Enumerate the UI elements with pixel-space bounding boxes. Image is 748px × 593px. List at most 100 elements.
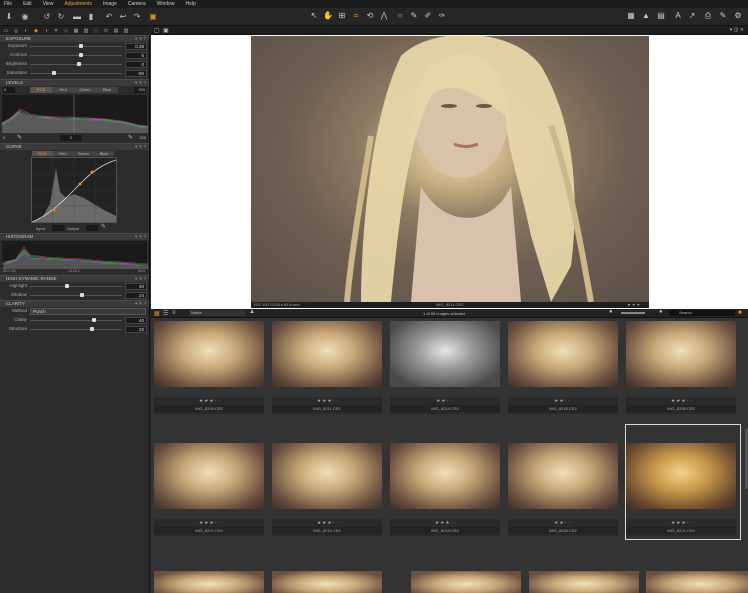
thumbnail[interactable]: [411, 571, 521, 593]
lens-tab-icon[interactable]: ◐: [23, 28, 29, 34]
quick-tab-icon[interactable]: ▤: [113, 28, 119, 34]
clarity-method-select[interactable]: Punch: [30, 308, 146, 315]
exposure-adjust-slider-knob[interactable]: [76, 62, 81, 66]
spot-tool-icon[interactable]: ○: [395, 11, 405, 21]
details-tab-icon[interactable]: ◇: [63, 28, 69, 34]
grid-overlay-icon[interactable]: ▤: [656, 11, 666, 21]
clarity-adjust-slider-knob[interactable]: [89, 327, 94, 331]
thumbnail-rating[interactable]: ★ ★ · · ·: [508, 519, 618, 527]
menu-window[interactable]: Window: [157, 1, 175, 7]
crop-tool-icon[interactable]: ⌗: [351, 11, 361, 21]
exposure-adjust-slider-knob[interactable]: [51, 71, 56, 75]
rotate-right-icon[interactable]: ↻: [56, 12, 66, 22]
local-tab-icon[interactable]: ▦: [73, 28, 79, 34]
single-view-icon[interactable]: ▢: [154, 27, 160, 34]
thumbnail-rating[interactable]: ★ ★ ★ · ·: [390, 519, 500, 527]
thumbnail-rating[interactable]: ★ ★ ★ · ·: [626, 397, 736, 405]
thumbnail[interactable]: [529, 571, 639, 593]
levels-out-value[interactable]: 255: [139, 135, 146, 140]
library-tab-icon[interactable]: ▭: [3, 28, 9, 34]
hdr-adjust-slider[interactable]: [30, 295, 122, 296]
levels-in-value[interactable]: 0: [3, 135, 5, 140]
multi-view-icon[interactable]: ▣: [163, 27, 169, 34]
clarity-adjust-slider[interactable]: [30, 320, 122, 321]
user-icon[interactable]: ●: [659, 309, 663, 315]
curve-input-field[interactable]: [52, 225, 64, 231]
rotate-tool-icon[interactable]: ⟲: [365, 11, 375, 21]
viewer-rating-stars[interactable]: ★ ★ ★ · ·: [627, 302, 645, 308]
thumbnail[interactable]: [272, 443, 382, 509]
thumbnail[interactable]: [272, 321, 382, 387]
warning-icon[interactable]: ▲: [641, 11, 651, 21]
main-photo[interactable]: [251, 34, 649, 303]
thumbnail[interactable]: [508, 321, 618, 387]
menu-file[interactable]: File: [4, 1, 12, 7]
clarity-adjust-value[interactable]: 22: [125, 326, 147, 333]
redo-icon[interactable]: ↷: [132, 12, 142, 22]
levels-mid-value[interactable]: 0: [60, 135, 82, 141]
trash-icon[interactable]: ▮: [86, 12, 96, 22]
curve-picker-icon[interactable]: ✎: [101, 223, 106, 230]
curve-editor[interactable]: [31, 157, 117, 223]
thumbnail[interactable]: [390, 321, 500, 387]
settings-icon[interactable]: ⚙: [733, 11, 743, 21]
thumbnail[interactable]: [154, 571, 264, 593]
curve-output-field[interactable]: [86, 225, 98, 231]
thumbnail[interactable]: [508, 443, 618, 509]
exposure-adjust-slider-knob[interactable]: [78, 53, 83, 57]
browser-options-icon[interactable]: ■: [738, 310, 742, 316]
import-icon[interactable]: ⬇: [4, 12, 14, 22]
custom-tab-icon[interactable]: ▥: [123, 28, 129, 34]
exposure-adjust-slider[interactable]: [30, 55, 122, 56]
clarity-adjust-slider[interactable]: [30, 329, 122, 330]
capture-tab-icon[interactable]: ◎: [13, 28, 19, 34]
curve-tab-rgb[interactable]: RGB: [32, 151, 53, 156]
folder-icon[interactable]: ▬: [72, 12, 82, 22]
curve-panel-title[interactable]: CURVE ▾ ✕ ?: [0, 143, 149, 150]
levels-histogram[interactable]: [1, 95, 149, 133]
curve-tab-blue[interactable]: Blue: [94, 151, 115, 156]
sort-select[interactable]: Name: [189, 310, 245, 316]
hdr-adjust-slider-knob[interactable]: [79, 293, 84, 297]
white-picker-icon[interactable]: ✎: [128, 134, 133, 141]
clarity-adjust-slider-knob[interactable]: [92, 318, 97, 322]
undo-all-icon[interactable]: ↩: [118, 12, 128, 22]
menu-edit[interactable]: Edit: [23, 1, 32, 7]
levels-panel-title[interactable]: LEVELS ▾ ✕ ?: [0, 79, 149, 86]
thumbnail[interactable]: [646, 571, 748, 593]
thumbnail-rating[interactable]: ★ ★ · · ·: [508, 397, 618, 405]
grid-mode-icon[interactable]: ▦: [154, 310, 160, 317]
exposure-adjust-value[interactable]: 5: [125, 52, 147, 59]
keystone-tool-icon[interactable]: ⋀: [379, 11, 389, 21]
batch-tab-icon[interactable]: ⊙: [103, 28, 109, 34]
curve-tab-red[interactable]: Red: [53, 151, 74, 156]
hdr-panel-title[interactable]: HIGH DYNAMIC RANGE ▾ ✕ ?: [0, 275, 149, 282]
loupe-tool-icon[interactable]: ⊞: [337, 11, 347, 21]
menu-adjustments[interactable]: Adjustments: [64, 1, 92, 7]
capture-icon[interactable]: ◉: [20, 12, 30, 22]
composition-tab-icon[interactable]: ⌗: [53, 28, 59, 34]
clarity-adjust-value[interactable]: 40: [125, 317, 147, 324]
thumbnail-rating[interactable]: ★ ★ ★ · ·: [154, 519, 264, 527]
menu-image[interactable]: Image: [103, 1, 117, 7]
search-input[interactable]: Search: [669, 310, 735, 316]
output-tab-icon[interactable]: ▥: [83, 28, 89, 34]
filmstrip-mode-icon[interactable]: ≡: [172, 310, 176, 316]
levels-tab-rgb[interactable]: RGB: [30, 87, 52, 93]
sort-direction-icon[interactable]: ▲: [249, 309, 255, 315]
edit-icon[interactable]: ✎: [718, 11, 728, 21]
thumbnail[interactable]: [272, 571, 382, 593]
picker-tool-icon[interactable]: ✎: [409, 11, 419, 21]
hdr-adjust-value[interactable]: 24: [125, 292, 147, 299]
thumbnail[interactable]: [626, 321, 736, 387]
exposure-adjust-slider[interactable]: [30, 46, 122, 47]
exposure-panel-title[interactable]: EXPOSURE ▾ ✕ ?: [0, 35, 149, 42]
color-tab-icon[interactable]: ◆: [33, 28, 39, 34]
levels-tab-red[interactable]: Red: [52, 87, 74, 93]
wb-picker-icon[interactable]: ✐: [423, 11, 433, 21]
histogram-panel-title[interactable]: HISTOGRAM ▾ ✕ ?: [0, 233, 149, 240]
text-icon[interactable]: A: [673, 11, 683, 21]
copy-adjust-icon[interactable]: ✑: [437, 11, 447, 21]
viewer-options-icon[interactable]: ▾ ◫ ✕: [730, 27, 744, 33]
exposure-adjust-slider-knob[interactable]: [78, 44, 83, 48]
